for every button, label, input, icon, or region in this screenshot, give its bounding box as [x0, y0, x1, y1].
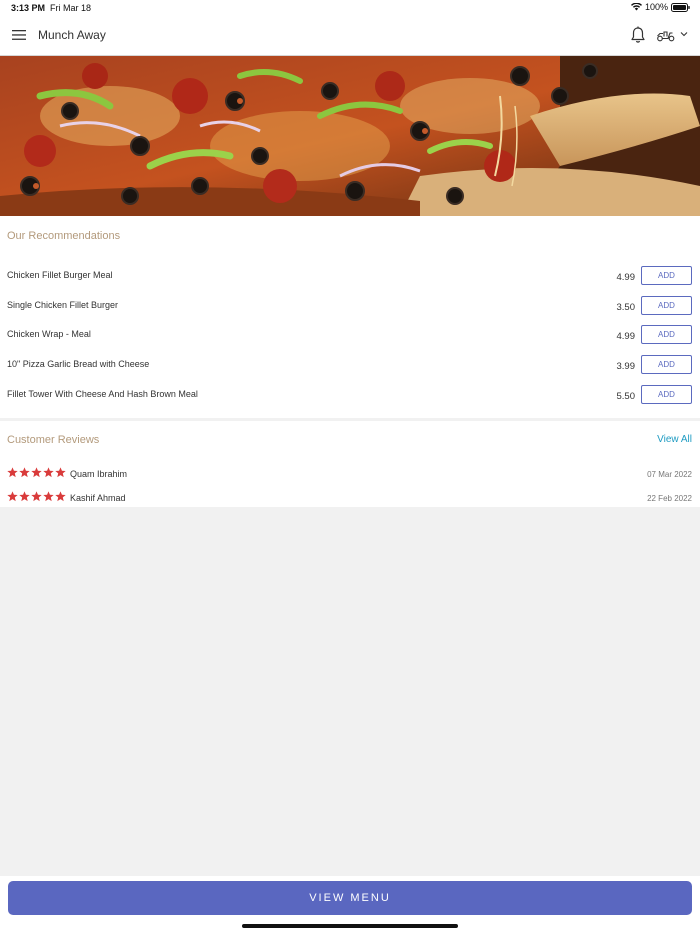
pizza-illustration [0, 56, 700, 216]
list-item: Single Chicken Fillet Burger 3.50 ADD [0, 296, 700, 318]
view-all-link[interactable]: View All [657, 434, 692, 445]
star-rating [7, 491, 66, 502]
star-icon [43, 491, 54, 502]
star-icon [55, 467, 66, 478]
review-row: Kashif Ahmad 22 Feb 2022 [0, 491, 700, 507]
list-item: Fillet Tower With Cheese And Hash Brown … [0, 385, 700, 407]
list-item: Chicken Wrap - Meal 4.99 ADD [0, 325, 700, 347]
item-name: Fillet Tower With Cheese And Hash Brown … [7, 389, 198, 399]
app-header: Munch Away [0, 16, 700, 56]
item-price: 4.99 [616, 331, 636, 342]
item-price: 3.99 [616, 361, 636, 372]
recommendations-section: Our Recommendations Chicken Fillet Burge… [0, 216, 700, 418]
star-icon [19, 467, 30, 478]
star-icon [19, 491, 30, 502]
review-row: Quam Ibrahim 07 Mar 2022 [0, 467, 700, 483]
item-name: Single Chicken Fillet Burger [7, 300, 119, 310]
review-date: 07 Mar 2022 [647, 470, 692, 479]
star-icon [55, 491, 66, 502]
item-price: 4.99 [616, 272, 636, 283]
item-name: 10" Pizza Garlic Bread with Cheese [7, 359, 150, 369]
review-date: 22 Feb 2022 [647, 494, 692, 503]
bottom-bar: VIEW MENU [0, 876, 700, 934]
app-title: Munch Away [38, 28, 106, 42]
chevron-down-icon[interactable] [680, 31, 688, 37]
star-icon [31, 467, 42, 478]
reviews-title: Customer Reviews [7, 434, 100, 446]
reviewer-name: Kashif Ahmad [70, 493, 126, 503]
customer-reviews-section: Customer Reviews View All Quam Ibrahim 0… [0, 421, 700, 507]
add-button[interactable]: ADD [641, 296, 692, 315]
status-date: Fri Mar 18 [50, 3, 92, 13]
reviewer-name: Quam Ibrahim [70, 469, 128, 479]
pizza-hero-image [0, 56, 700, 216]
add-button[interactable]: ADD [641, 266, 692, 285]
battery-icon [671, 2, 690, 12]
add-button[interactable]: ADD [641, 385, 692, 404]
item-name: Chicken Fillet Burger Meal [7, 270, 113, 280]
recommendations-title: Our Recommendations [7, 230, 121, 242]
item-price: 3.50 [616, 302, 636, 313]
list-item: Chicken Fillet Burger Meal 4.99 ADD [0, 266, 700, 288]
add-button[interactable]: ADD [641, 325, 692, 344]
status-time: 3:13 PM [11, 3, 46, 13]
home-indicator[interactable] [242, 924, 458, 928]
star-icon [43, 467, 54, 478]
item-name: Chicken Wrap - Meal [7, 329, 91, 339]
star-icon [7, 491, 18, 502]
status-indicators: 100% [630, 2, 690, 12]
star-icon [7, 467, 18, 478]
bell-icon[interactable] [630, 26, 646, 44]
add-button[interactable]: ADD [641, 355, 692, 374]
status-bar: 3:13 PM Fri Mar 18 100% [0, 0, 700, 16]
item-price: 5.50 [616, 391, 636, 402]
wifi-icon [630, 3, 642, 11]
delivery-scooter-icon[interactable] [656, 28, 676, 42]
list-item: 10" Pizza Garlic Bread with Cheese 3.99 … [0, 355, 700, 377]
star-icon [31, 491, 42, 502]
menu-icon[interactable] [12, 29, 26, 41]
star-rating [7, 467, 66, 478]
view-menu-button[interactable]: VIEW MENU [8, 881, 692, 915]
battery-percent: 100% [644, 2, 668, 12]
